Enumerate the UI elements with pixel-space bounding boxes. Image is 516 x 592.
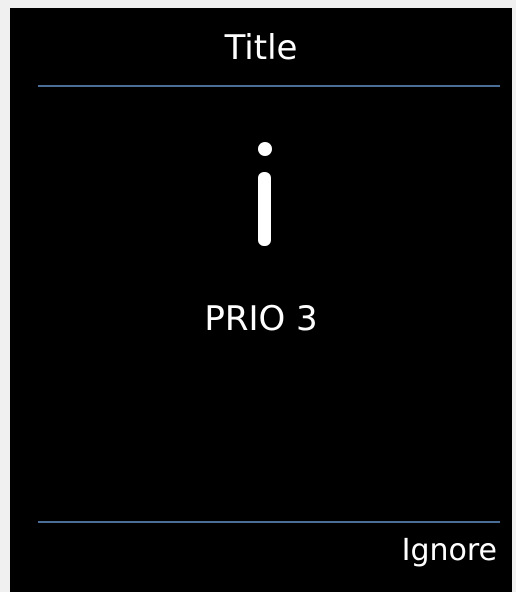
info-icon [249, 142, 283, 254]
bottom-divider [38, 521, 500, 523]
info-icon-dot [258, 142, 272, 156]
info-icon-stem [258, 172, 271, 246]
dialog-title: Title [224, 28, 298, 68]
ignore-button[interactable]: Ignore [402, 533, 497, 569]
dialog-screen: Title PRIO 3 Ignore [10, 8, 512, 592]
top-divider [38, 85, 500, 87]
priority-message: PRIO 3 [204, 299, 318, 339]
device-frame: Title PRIO 3 Ignore [0, 0, 516, 592]
